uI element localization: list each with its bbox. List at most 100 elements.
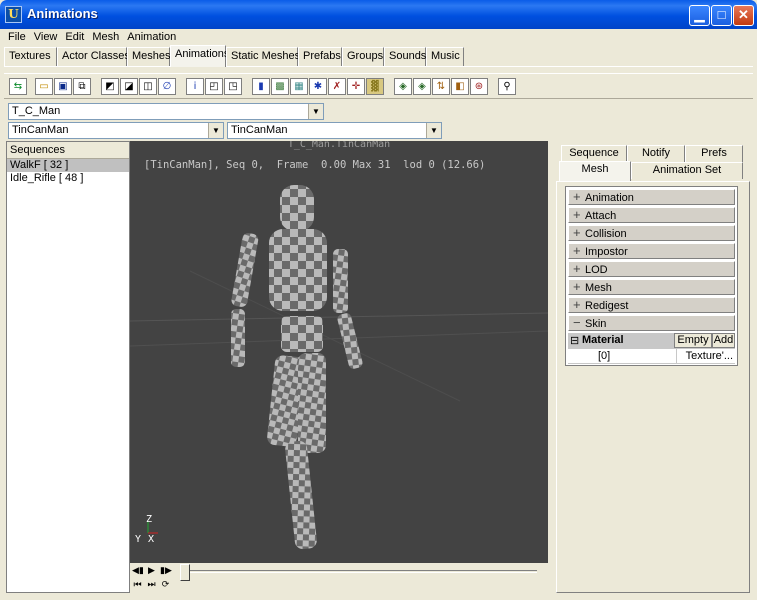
category-skin[interactable]: − Skin	[568, 315, 735, 331]
frame-slider-thumb[interactable]	[180, 564, 190, 581]
category-label: Animation	[585, 192, 634, 204]
info-icon[interactable]: i	[186, 78, 204, 95]
frame-slider-track[interactable]	[185, 570, 537, 573]
category-lod[interactable]: + LOD	[568, 261, 735, 277]
maximize-button[interactable]: □	[711, 5, 732, 26]
bone-icon[interactable]: ✗	[328, 78, 346, 95]
material-row[interactable]: ⊟ Material Empty Add	[568, 333, 735, 349]
tab-prefabs[interactable]: Prefabs	[298, 47, 342, 66]
tab-meshes[interactable]: Meshes	[127, 47, 171, 66]
package-combo-value: T_C_Man	[12, 105, 61, 117]
tab-notify[interactable]: Notify	[627, 145, 685, 162]
empty-button[interactable]: Empty	[674, 333, 712, 348]
grid-icon[interactable]: ▦	[290, 78, 308, 95]
mesh-combo-value: TinCanMan	[231, 124, 288, 136]
material-value[interactable]: Texture'...	[676, 349, 735, 364]
menu-view[interactable]: View	[30, 29, 62, 45]
play-icon[interactable]: ▶	[146, 565, 157, 576]
step-back-icon[interactable]: ◀▮	[132, 565, 144, 576]
category-mesh[interactable]: + Mesh	[568, 279, 735, 295]
select-icon[interactable]: ◧	[451, 78, 469, 95]
category-impostor[interactable]: + Impostor	[568, 243, 735, 259]
man-icon[interactable]: ⚲	[498, 78, 516, 95]
category-label: Redigest	[585, 300, 629, 312]
export-b-icon[interactable]: ◈	[413, 78, 431, 95]
axis-x-label: X	[148, 534, 155, 545]
anim-a-icon[interactable]: ◩	[101, 78, 119, 95]
tab-music[interactable]: Music	[426, 47, 464, 66]
save-anim-icon[interactable]: ⊛	[470, 78, 488, 95]
collapse-icon[interactable]: −	[573, 316, 585, 330]
package-combo[interactable]: T_C_Man ▼	[8, 103, 324, 120]
skeleton-icon[interactable]: ✱	[309, 78, 327, 95]
tab-animation-set[interactable]: Animation Set	[631, 162, 743, 179]
cylinder-icon[interactable]: ▮	[252, 78, 270, 95]
menu-bar: File View Edit Mesh Animation	[4, 29, 753, 47]
chevron-down-icon[interactable]: ▼	[308, 104, 323, 119]
step-forward-icon[interactable]: ▮▶	[160, 565, 172, 576]
tab-textures[interactable]: Textures	[4, 47, 57, 66]
anim-b-icon[interactable]: ◪	[120, 78, 138, 95]
props-a-icon[interactable]: ◰	[205, 78, 223, 95]
expand-icon[interactable]: +	[573, 280, 585, 294]
collapse-icon[interactable]: ⊟	[570, 334, 579, 347]
close-button[interactable]: ✕	[733, 5, 754, 26]
save-icon[interactable]: ▣	[54, 78, 72, 95]
tab-actor-classes[interactable]: Actor Classes	[57, 47, 130, 66]
chevron-down-icon[interactable]: ▼	[426, 123, 441, 138]
viewport-title: T_C_Man.TinCanMan	[287, 141, 391, 150]
material-index-row[interactable]: [0] Texture'...	[568, 349, 735, 364]
list-item[interactable]: WalkF [ 32 ]	[7, 159, 129, 172]
tab-animations[interactable]: Animations	[170, 45, 229, 67]
menu-edit[interactable]: Edit	[61, 29, 88, 45]
tab-prefs[interactable]: Prefs	[685, 145, 743, 162]
category-redigest[interactable]: + Redigest	[568, 297, 735, 313]
expand-icon[interactable]: +	[573, 262, 585, 276]
chevron-down-icon[interactable]: ▼	[208, 123, 223, 138]
props-b-icon[interactable]: ◳	[224, 78, 242, 95]
category-attach[interactable]: + Attach	[568, 207, 735, 223]
open-icon[interactable]: ▭	[35, 78, 53, 95]
category-collision[interactable]: + Collision	[568, 225, 735, 241]
anim-c-icon[interactable]: ◫	[139, 78, 157, 95]
texture-icon[interactable]: ▩	[271, 78, 289, 95]
expand-icon[interactable]: +	[573, 244, 585, 258]
tab-sequence[interactable]: Sequence	[561, 145, 627, 162]
property-grid[interactable]: + Animation + Attach + Collision + Impostor …	[565, 186, 738, 366]
tab-static-meshes[interactable]: Static Meshes	[226, 47, 300, 66]
category-animation[interactable]: + Animation	[568, 189, 735, 205]
expand-icon[interactable]: +	[573, 190, 585, 204]
add-button[interactable]: Add	[712, 333, 735, 348]
app-icon[interactable]: U	[5, 6, 22, 23]
tab-groups[interactable]: Groups	[342, 47, 384, 66]
mesh-icon[interactable]: ▓	[366, 78, 384, 95]
mesh-properties-body: + Animation + Attach + Collision + Impostor …	[556, 181, 750, 593]
expand-icon[interactable]: +	[573, 226, 585, 240]
tab-mesh[interactable]: Mesh	[559, 161, 631, 182]
menu-animation[interactable]: Animation	[123, 29, 180, 45]
sort-icon[interactable]: ⇅	[432, 78, 450, 95]
copy-icon[interactable]: ⧉	[73, 78, 91, 95]
list-item[interactable]: Idle_Rifle [ 48 ]	[7, 172, 129, 185]
properties-panel: Sequence Notify Prefs Mesh Animation Set…	[555, 141, 751, 593]
animation-viewport[interactable]: T_C_Man.TinCanMan [TinCanMan], Seq 0, Fr…	[130, 141, 548, 563]
window-title: Animations	[27, 6, 98, 21]
rewind-icon[interactable]: ⏮	[132, 579, 143, 590]
menu-file[interactable]: File	[4, 29, 30, 45]
group-combo[interactable]: TinCanMan ▼	[8, 122, 224, 139]
menu-mesh[interactable]: Mesh	[88, 29, 123, 45]
expand-icon[interactable]: +	[573, 298, 585, 312]
expand-icon[interactable]: +	[573, 208, 585, 222]
link-icon[interactable]: ∅	[158, 78, 176, 95]
title-bar: U Animations ▁ □ ✕	[0, 0, 757, 29]
mesh-combo[interactable]: TinCanMan ▼	[227, 122, 442, 139]
import-icon[interactable]: ⇆	[9, 78, 27, 95]
fast-forward-icon[interactable]: ⏭	[146, 579, 157, 590]
export-a-icon[interactable]: ◈	[394, 78, 412, 95]
axis-y-label: Y	[135, 534, 142, 545]
minimize-button[interactable]: ▁	[689, 5, 710, 26]
tab-sounds[interactable]: Sounds	[384, 47, 426, 66]
sequence-list-header: Sequences	[7, 142, 129, 159]
axis-icon[interactable]: ✛	[347, 78, 365, 95]
loop-icon[interactable]: ⟳	[160, 579, 171, 590]
